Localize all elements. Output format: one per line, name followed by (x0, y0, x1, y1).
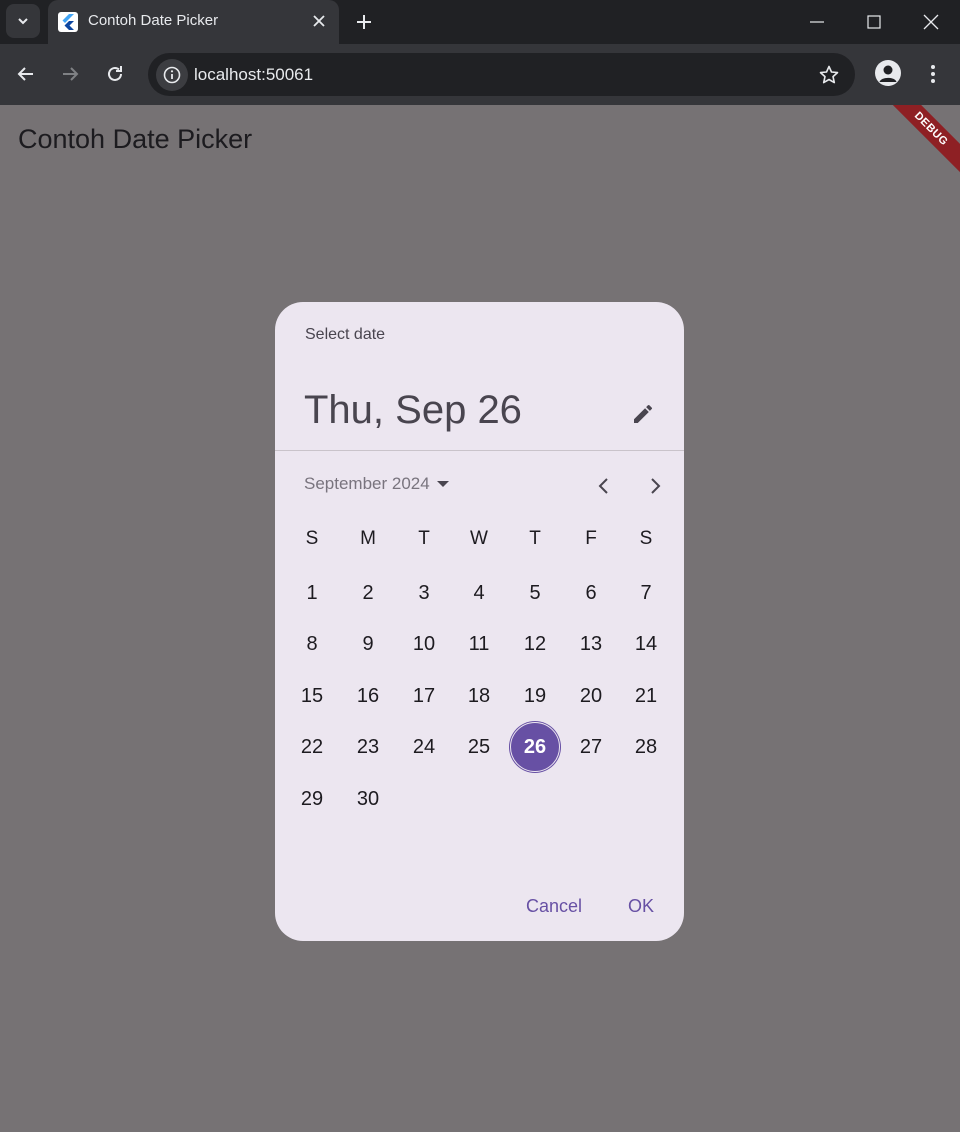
day-cell[interactable]: 4 (454, 568, 504, 618)
weekday-label: S (639, 528, 653, 549)
day-cell[interactable]: 17 (399, 671, 449, 721)
day-cell[interactable]: 16 (343, 671, 393, 721)
switch-to-input-button[interactable] (627, 398, 659, 430)
back-button[interactable] (10, 58, 42, 90)
maximize-icon (867, 15, 881, 29)
browser-toolbar: localhost:50061 (0, 44, 960, 105)
arrow-right-icon (63, 67, 79, 81)
address-bar[interactable]: localhost:50061 (148, 53, 855, 96)
chevron-left-icon (598, 478, 608, 494)
selected-day-cell[interactable]: 26 (510, 722, 560, 772)
browser-menu-button[interactable] (918, 59, 948, 89)
close-tab-icon[interactable] (309, 11, 329, 31)
weekday-label: T (418, 528, 430, 549)
day-cell[interactable]: 24 (399, 722, 449, 772)
new-tab-button[interactable] (350, 8, 378, 36)
app-viewport: Contoh Date Picker DEBUG Select date Thu… (0, 105, 960, 1132)
header-divider (275, 450, 684, 451)
day-cell[interactable]: 8 (287, 619, 337, 669)
tab-search-button[interactable] (6, 4, 40, 38)
day-cell[interactable]: 20 (566, 671, 616, 721)
plus-icon (357, 15, 371, 29)
date-picker-dialog: Select date Thu, Sep 26 September 2024 S… (275, 302, 684, 941)
debug-banner: DEBUG (877, 105, 960, 183)
reload-button[interactable] (99, 58, 131, 90)
url-text: localhost:50061 (194, 65, 314, 84)
day-cell[interactable]: 30 (343, 774, 393, 824)
day-cell[interactable]: 19 (510, 671, 560, 721)
day-cell[interactable]: 7 (621, 568, 671, 618)
day-cell[interactable]: 9 (343, 619, 393, 669)
maximize-button[interactable] (845, 0, 903, 44)
weekday-label: F (585, 528, 597, 549)
minimize-button[interactable] (788, 0, 846, 44)
dropdown-arrow-icon (436, 481, 449, 487)
day-cell[interactable]: 5 (510, 568, 560, 618)
day-cell[interactable]: 3 (399, 568, 449, 618)
reload-icon (108, 66, 122, 81)
dialog-help-text: Select date (305, 326, 386, 343)
tab-strip: Contoh Date Picker (0, 0, 960, 44)
selected-date-headline: Thu, Sep 26 (304, 388, 522, 432)
day-cell[interactable]: 14 (621, 619, 671, 669)
day-cell[interactable]: 11 (454, 619, 504, 669)
info-icon (163, 66, 181, 84)
bookmark-button[interactable] (817, 63, 841, 87)
app-bar-title: Contoh Date Picker (18, 124, 253, 154)
day-cell[interactable]: 29 (287, 774, 337, 824)
minimize-icon (810, 21, 824, 23)
ok-button[interactable]: OK (628, 896, 654, 917)
cancel-button[interactable]: Cancel (526, 896, 582, 917)
day-cell[interactable]: 10 (399, 619, 449, 669)
person-icon (879, 65, 897, 82)
day-cell[interactable]: 2 (343, 568, 393, 618)
browser-tab[interactable]: Contoh Date Picker (48, 0, 339, 44)
day-cell[interactable]: 27 (566, 722, 616, 772)
day-cell[interactable]: 6 (566, 568, 616, 618)
next-month-button[interactable] (639, 470, 671, 502)
day-cell[interactable]: 12 (510, 619, 560, 669)
day-cell[interactable]: 23 (343, 722, 393, 772)
day-cell[interactable]: 1 (287, 568, 337, 618)
tab-title: Contoh Date Picker (88, 12, 219, 29)
flutter-icon (58, 12, 78, 32)
day-cell[interactable]: 28 (621, 722, 671, 772)
day-cell[interactable]: 25 (454, 722, 504, 772)
close-icon (923, 14, 939, 30)
forward-button[interactable] (54, 58, 86, 90)
month-year-selector[interactable]: September 2024 (304, 472, 450, 496)
day-cell[interactable]: 21 (621, 671, 671, 721)
weekday-label: S (305, 528, 319, 549)
day-cell[interactable]: 13 (566, 619, 616, 669)
star-icon (819, 65, 839, 84)
profile-avatar[interactable] (875, 60, 901, 86)
chevron-down-icon (18, 18, 28, 25)
more-vert-icon (931, 65, 935, 83)
month-year-label: September 2024 (304, 474, 430, 493)
close-window-button[interactable] (902, 0, 960, 44)
arrow-left-icon (17, 67, 33, 81)
chevron-right-icon (651, 478, 661, 494)
previous-month-button[interactable] (588, 470, 620, 502)
day-cell[interactable]: 22 (287, 722, 337, 772)
weekday-label: T (529, 528, 541, 549)
site-info-button[interactable] (156, 59, 188, 91)
day-cell[interactable]: 18 (454, 671, 504, 721)
pencil-icon (634, 404, 653, 423)
weekday-label: W (470, 528, 488, 549)
day-cell[interactable]: 15 (287, 671, 337, 721)
weekday-label: M (360, 528, 376, 549)
